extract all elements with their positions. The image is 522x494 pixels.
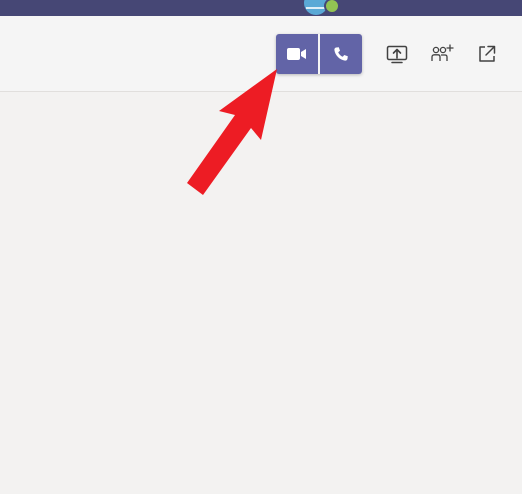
- annotation-arrow-icon: [187, 69, 277, 195]
